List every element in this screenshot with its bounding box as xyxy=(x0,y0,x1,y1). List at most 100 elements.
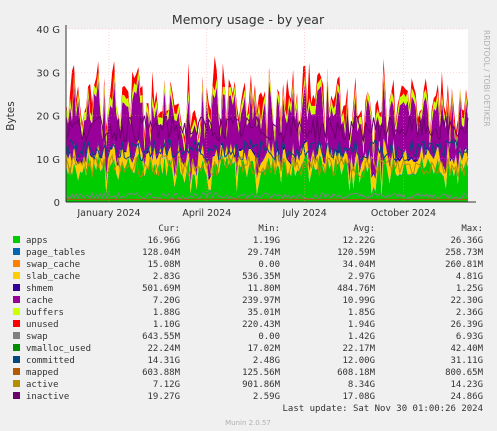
legend-swatch xyxy=(13,368,20,375)
legend-min-value: 0.00 xyxy=(258,260,280,270)
legend-column-header: Cur: xyxy=(158,224,180,234)
side-label: RRDTOOL / TOBI OETIKER xyxy=(482,30,491,127)
x-tick-label: January 2024 xyxy=(76,208,140,219)
legend-avg-value: 12.22G xyxy=(342,236,375,246)
legend-cur-value: 7.12G xyxy=(153,380,180,390)
legend-cur-value: 603.88M xyxy=(142,368,181,378)
legend-avg-value: 484.76M xyxy=(337,284,376,294)
legend-max-value: 26.36G xyxy=(450,236,483,246)
legend-swatch xyxy=(13,356,20,363)
x-tick-label: April 2024 xyxy=(182,208,231,219)
legend-min-value: 29.74M xyxy=(247,248,280,258)
legend-series-name: inactive xyxy=(26,392,69,402)
legend-max-value: 4.81G xyxy=(456,272,483,282)
legend-max-value: 6.93G xyxy=(456,332,483,342)
legend-cur-value: 2.83G xyxy=(153,272,180,282)
munin-footer: Munin 2.0.57 xyxy=(225,419,271,427)
legend-min-value: 1.19G xyxy=(253,236,280,246)
y-tick-label: 0 xyxy=(54,198,60,209)
legend-cur-value: 1.88G xyxy=(153,308,180,318)
legend-swatch xyxy=(13,344,20,351)
legend-avg-value: 8.34G xyxy=(348,380,375,390)
legend-series-name: slab_cache xyxy=(26,272,80,282)
legend-swatch xyxy=(13,296,20,303)
legend-cur-value: 7.20G xyxy=(153,296,180,306)
legend-min-value: 2.48G xyxy=(253,356,280,366)
legend-max-value: 24.86G xyxy=(450,392,483,402)
legend-cur-value: 643.55M xyxy=(142,332,181,342)
x-tick-label: October 2024 xyxy=(371,208,436,219)
legend-cur-value: 19.27G xyxy=(147,392,180,402)
y-tick-label: 20 G xyxy=(36,112,60,123)
legend-avg-value: 34.04M xyxy=(342,260,375,270)
legend: Cur: Min: Avg: Max: apps 16.96G 1.19G 12.22G 26.… xyxy=(13,224,484,402)
legend-avg-value: 22.17M xyxy=(342,344,375,354)
legend-series-name: apps xyxy=(26,236,48,246)
legend-series-name: vmalloc_used xyxy=(26,344,91,354)
chart-title: Memory usage - by year xyxy=(172,12,325,27)
legend-series-name: cache xyxy=(26,296,53,306)
y-tick-label: 30 G xyxy=(36,68,60,79)
legend-min-value: 536.35M xyxy=(242,272,281,282)
legend-column-header: Avg: xyxy=(353,224,375,234)
legend-avg-value: 608.18M xyxy=(337,368,376,378)
legend-min-value: 220.43M xyxy=(242,320,281,330)
legend-cur-value: 22.24M xyxy=(147,344,180,354)
last-update: Last update: Sat Nov 30 01:00:26 2024 xyxy=(283,404,483,414)
legend-avg-value: 2.97G xyxy=(348,272,375,282)
legend-cur-value: 14.31G xyxy=(147,356,180,366)
legend-max-value: 800.65M xyxy=(445,368,484,378)
legend-min-value: 17.02M xyxy=(247,344,280,354)
legend-min-value: 239.97M xyxy=(242,296,281,306)
legend-series-name: page_tables xyxy=(26,248,86,258)
legend-series-name: unused xyxy=(26,320,59,330)
legend-min-value: 0.00 xyxy=(258,332,280,342)
legend-swatch xyxy=(13,272,20,279)
legend-avg-value: 1.85G xyxy=(348,308,375,318)
legend-series-name: buffers xyxy=(26,308,64,318)
legend-series-name: shmem xyxy=(26,284,53,294)
legend-min-value: 125.56M xyxy=(242,368,281,378)
legend-swatch xyxy=(13,236,20,243)
legend-avg-value: 17.08G xyxy=(342,392,375,402)
legend-swatch xyxy=(13,332,20,339)
legend-swatch xyxy=(13,380,20,387)
legend-cur-value: 128.04M xyxy=(142,248,181,258)
legend-max-value: 2.36G xyxy=(456,308,483,318)
plot-area: 0 10 G 20 G 30 G 40 G January 2024 April 2024 J… xyxy=(36,25,476,219)
legend-column-header: Max: xyxy=(461,224,483,234)
legend-series-name: swap xyxy=(26,332,48,342)
legend-max-value: 14.23G xyxy=(450,380,483,390)
legend-max-value: 1.25G xyxy=(456,284,483,294)
legend-swatch xyxy=(13,308,20,315)
legend-avg-value: 12.00G xyxy=(342,356,375,366)
legend-cur-value: 15.08M xyxy=(147,260,180,270)
legend-cur-value: 16.96G xyxy=(147,236,180,246)
y-tick-label: 10 G xyxy=(36,155,60,166)
legend-max-value: 258.73M xyxy=(445,248,484,258)
legend-series-name: swap_cache xyxy=(26,260,80,270)
legend-avg-value: 10.99G xyxy=(342,296,375,306)
legend-swatch xyxy=(13,284,20,291)
legend-min-value: 901.86M xyxy=(242,380,281,390)
legend-swatch xyxy=(13,248,20,255)
legend-cur-value: 501.69M xyxy=(142,284,181,294)
legend-swatch xyxy=(13,392,20,399)
legend-series-name: committed xyxy=(26,356,75,366)
legend-cur-value: 1.10G xyxy=(153,320,180,330)
legend-avg-value: 1.42G xyxy=(348,332,375,342)
legend-swatch xyxy=(13,260,20,267)
y-tick-label: 40 G xyxy=(36,25,60,36)
legend-max-value: 260.81M xyxy=(445,260,484,270)
legend-max-value: 42.40M xyxy=(450,344,483,354)
legend-avg-value: 1.94G xyxy=(348,320,375,330)
memory-usage-chart: Memory usage - by year RRDTOOL / TOBI OE… xyxy=(5,12,491,427)
legend-avg-value: 120.59M xyxy=(337,248,376,258)
legend-swatch xyxy=(13,320,20,327)
legend-series-name: mapped xyxy=(26,368,59,378)
x-tick-label: July 2024 xyxy=(281,208,326,219)
legend-min-value: 11.80M xyxy=(247,284,280,294)
legend-column-header: Min: xyxy=(258,224,280,234)
legend-min-value: 2.59G xyxy=(253,392,280,402)
legend-max-value: 26.39G xyxy=(450,320,483,330)
